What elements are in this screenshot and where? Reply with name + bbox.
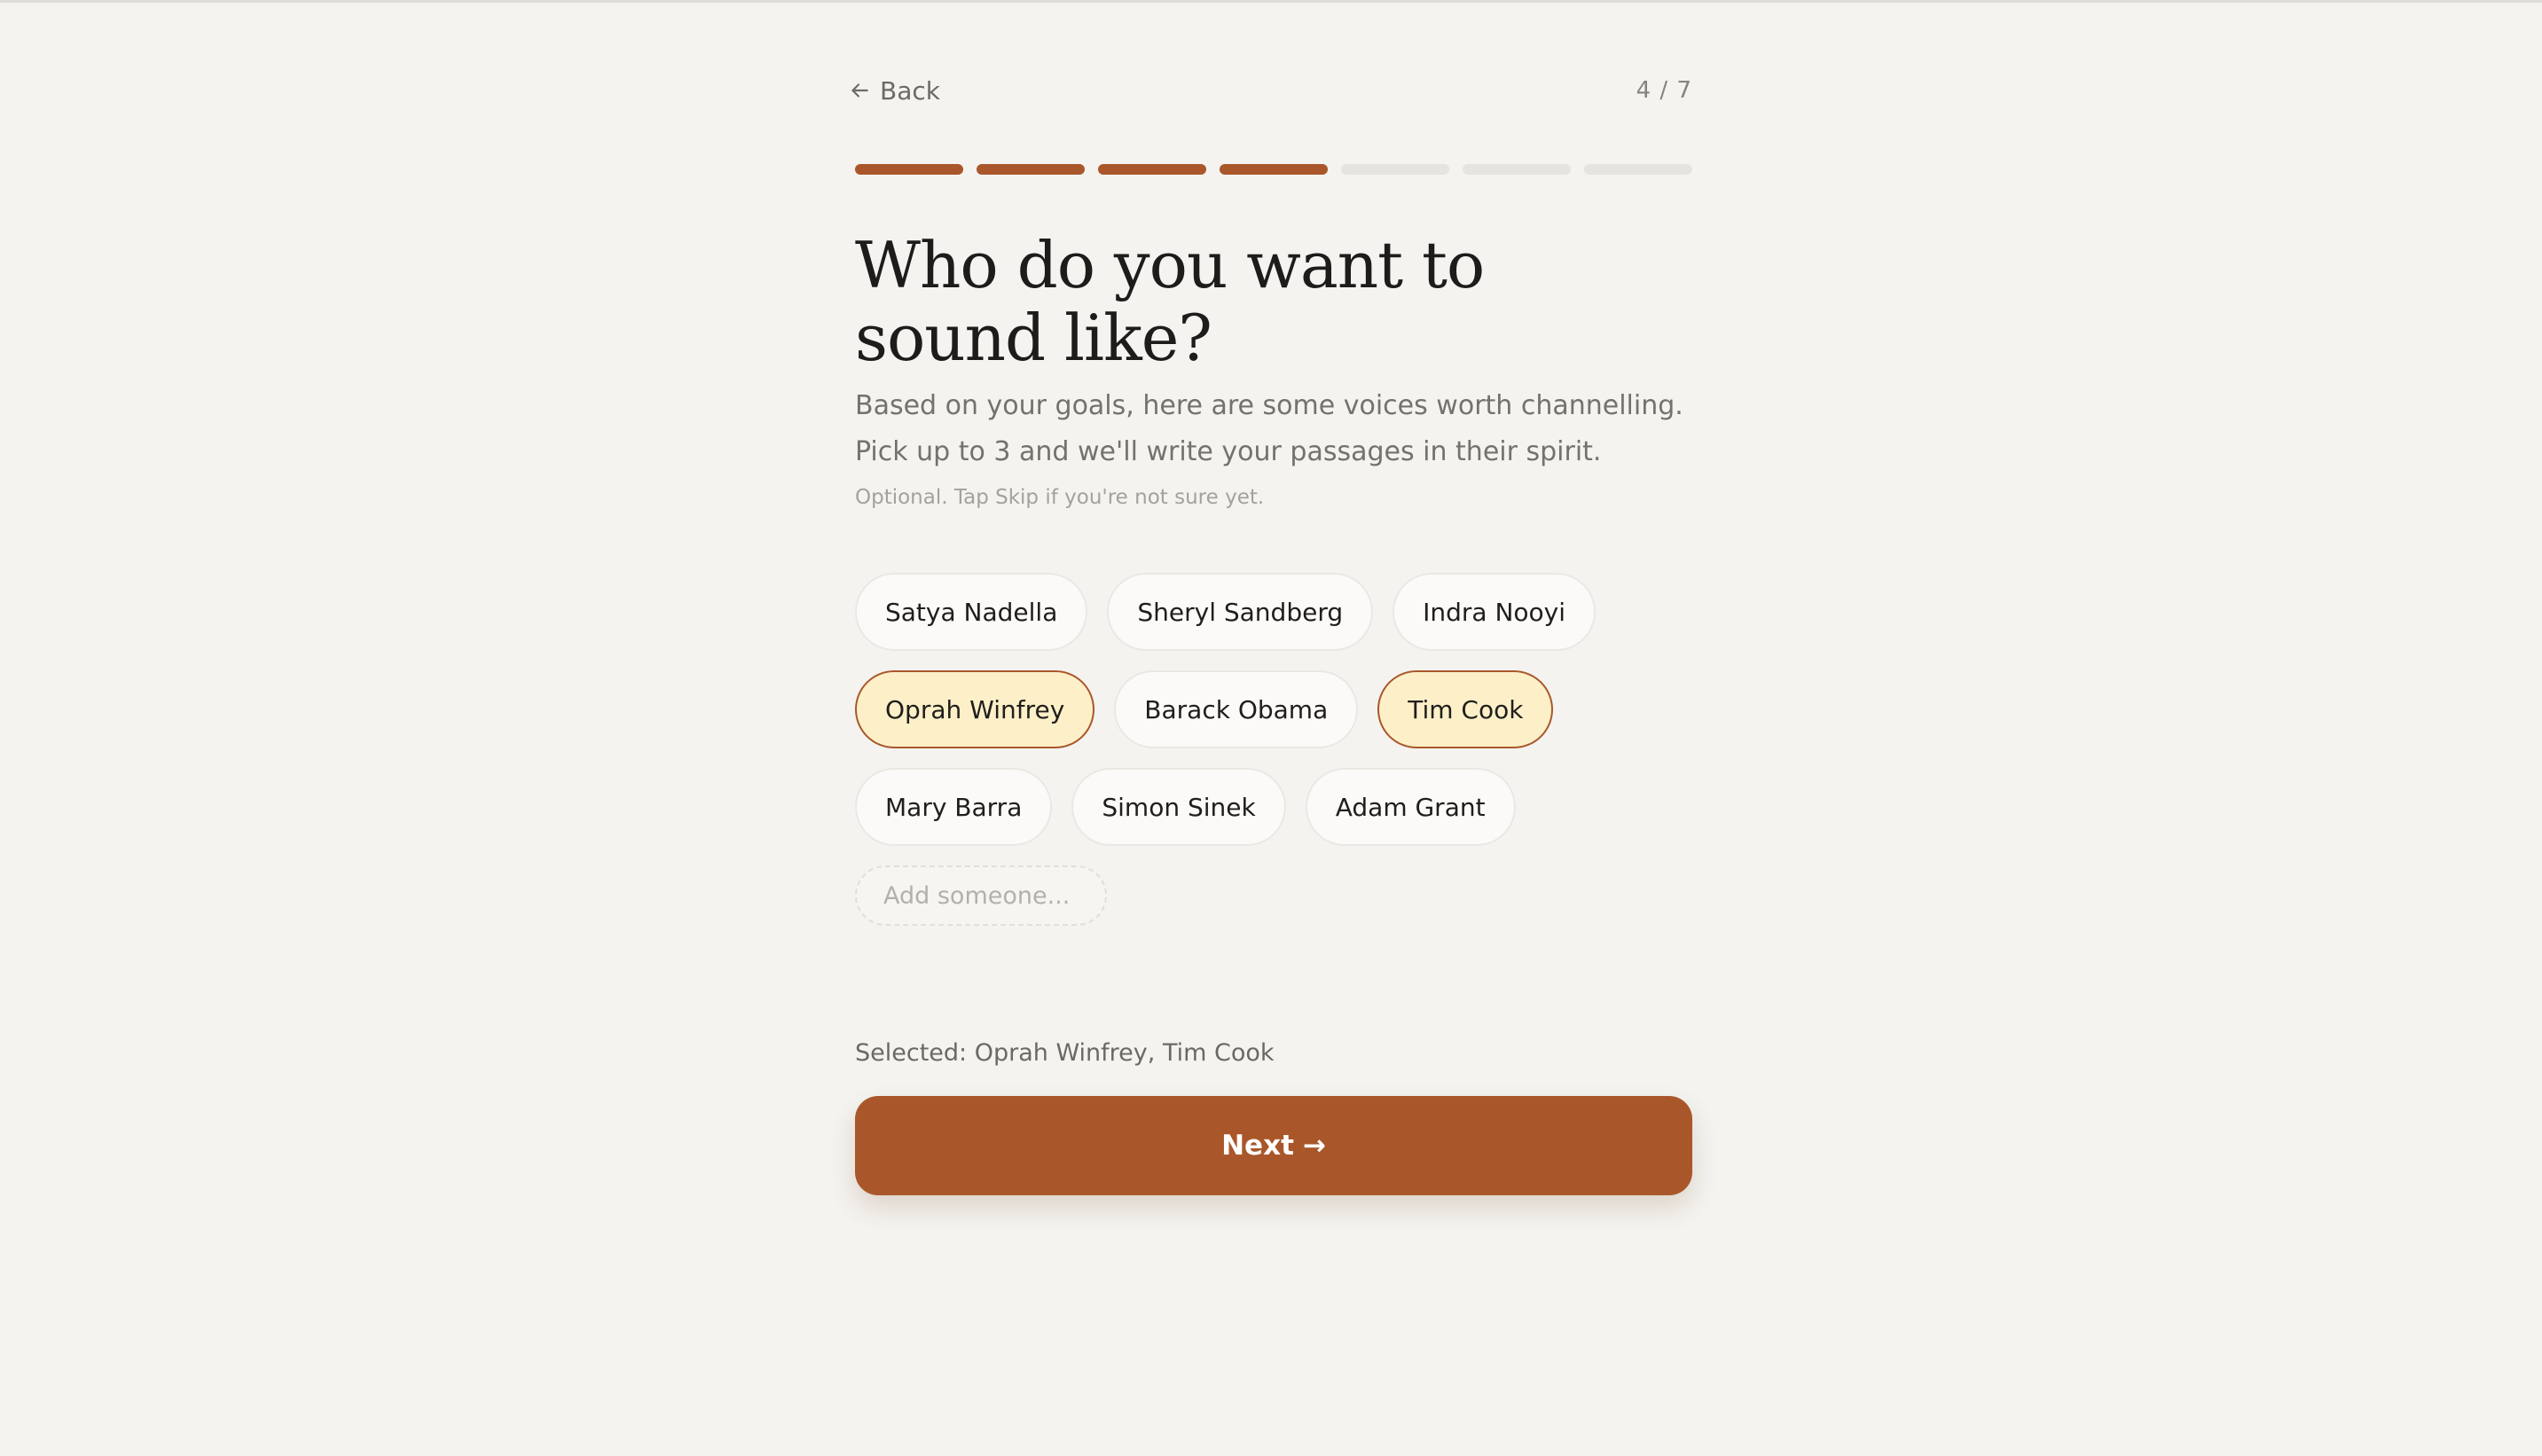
- top-bar: Back 4 / 7: [851, 69, 1692, 112]
- optional-hint: Optional. Tap Skip if you're not sure ye…: [855, 486, 1265, 509]
- step-counter: 4 / 7: [1636, 77, 1692, 104]
- selected-summary: Selected: Oprah Winfrey, Tim Cook: [855, 1039, 1275, 1067]
- progress-segment: [977, 164, 1085, 175]
- back-button[interactable]: Back: [848, 69, 940, 112]
- chip-row: Oprah Winfrey Barack Obama Tim Cook: [855, 670, 1692, 748]
- progress-segment: [1098, 164, 1206, 175]
- progress-segment: [1220, 164, 1328, 175]
- back-label: Back: [880, 75, 940, 106]
- voice-chip[interactable]: Indra Nooyi: [1393, 573, 1597, 651]
- progress-bar: [855, 164, 1692, 175]
- voice-chip[interactable]: Barack Obama: [1114, 670, 1359, 748]
- page-subtitle: Based on your goals, here are some voice…: [855, 390, 1683, 467]
- progress-segment: [1463, 164, 1571, 175]
- arrow-right-icon: →: [1302, 1130, 1326, 1162]
- voice-chip[interactable]: Sheryl Sandberg: [1107, 573, 1374, 651]
- voice-chip[interactable]: Mary Barra: [855, 768, 1053, 846]
- progress-segment: [1341, 164, 1449, 175]
- chip-row: Mary Barra Simon Sinek Adam Grant: [855, 768, 1692, 846]
- progress-segment: [855, 164, 963, 175]
- next-label: Next: [1221, 1130, 1294, 1162]
- add-someone-input[interactable]: Add someone...: [855, 865, 1107, 926]
- voice-chip[interactable]: Oprah Winfrey: [855, 670, 1095, 748]
- voice-chip-list: Satya Nadella Sheryl Sandberg Indra Nooy…: [855, 573, 1692, 865]
- page-title: Who do you want to sound like?: [855, 228, 1485, 375]
- voice-chip[interactable]: Simon Sinek: [1071, 768, 1286, 846]
- voice-chip[interactable]: Satya Nadella: [855, 573, 1088, 651]
- next-button[interactable]: Next →: [855, 1096, 1692, 1195]
- top-divider: [0, 0, 2542, 3]
- arrow-left-icon: [851, 83, 868, 98]
- voice-chip[interactable]: Tim Cook: [1377, 670, 1554, 748]
- voice-chip[interactable]: Adam Grant: [1305, 768, 1516, 846]
- progress-segment: [1584, 164, 1692, 175]
- chip-row: Satya Nadella Sheryl Sandberg Indra Nooy…: [855, 573, 1692, 651]
